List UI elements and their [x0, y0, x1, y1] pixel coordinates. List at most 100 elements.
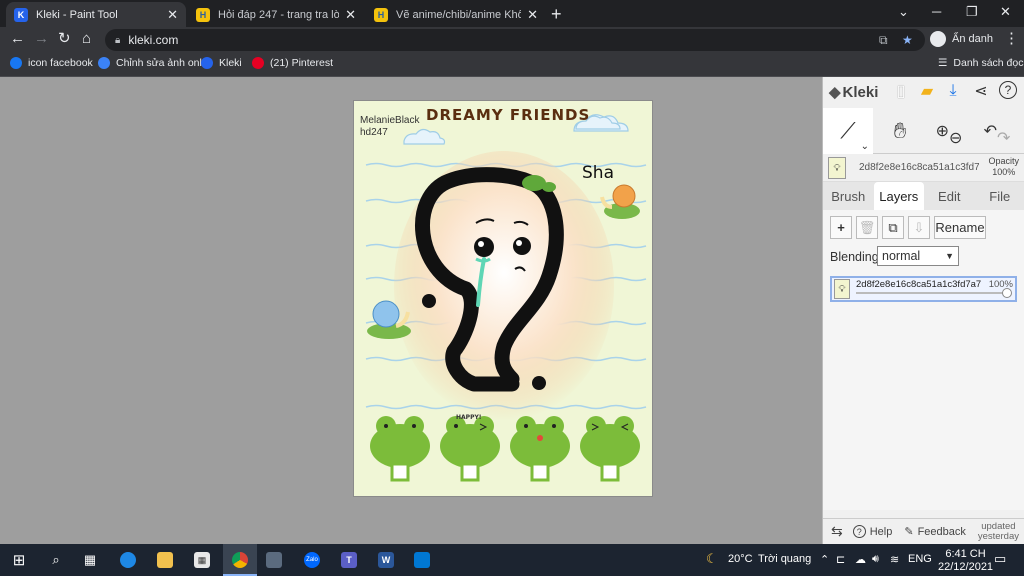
share-icon[interactable]: ⋖ [971, 81, 991, 101]
tab-layers[interactable]: Layers [873, 182, 924, 210]
tray-chevron-icon[interactable]: ⌃ [820, 553, 829, 566]
tab-file[interactable]: File [975, 182, 1024, 210]
close-tab-icon[interactable]: ✕ [167, 7, 178, 23]
tab-hoidap[interactable]: H Hỏi đáp 247 - trang tra lời ✕ [188, 2, 364, 27]
bookmark-kleki[interactable]: Kleki [201, 57, 242, 69]
close-tab-icon[interactable]: ✕ [345, 7, 356, 23]
chrome-taskbar-item[interactable] [223, 544, 257, 576]
network-icon[interactable]: ⊏ [836, 553, 845, 566]
bookmark-label: icon facebook [28, 57, 93, 69]
cloud-icon[interactable]: ☁ [855, 553, 866, 566]
chevron-down-icon: ⌄ [860, 141, 869, 152]
translate-icon[interactable]: ⧉ [879, 33, 888, 48]
brush-thumbnail[interactable]: 💡︎ [828, 157, 846, 179]
tab-anime[interactable]: H Vẽ anime/chibi/anime Không phả ✕ [366, 2, 546, 27]
duplicate-layer-button[interactable]: ⧉ [882, 216, 904, 239]
canvas-workspace[interactable]: MelanieBlack hd247 DREAMY FRIENDS Sha HA… [0, 77, 822, 544]
clock[interactable]: 6:41 CH 22/12/2021 [938, 548, 993, 574]
home-icon[interactable]: ⌂ [82, 31, 91, 47]
bookmark-pinterest[interactable]: (21) Pinterest [252, 57, 333, 69]
reload-icon[interactable]: ↻ [58, 31, 71, 47]
redo-icon[interactable]: ↷ [997, 128, 1010, 148]
new-tab-button[interactable]: + [551, 4, 562, 25]
tab-title: Vẽ anime/chibi/anime Không phả [396, 8, 522, 21]
bookmark-facebook[interactable]: icon facebook [10, 57, 93, 69]
windows-taskbar: ⊞ ⌕ ▦ ▦ Zalo T W ☾ 20°C Trời quang ⌃ ⊏ ☁… [0, 544, 1024, 576]
incognito-profile-button[interactable]: Ẩn danh [930, 31, 993, 47]
new-image-icon[interactable]: ▯ [891, 81, 911, 101]
reading-list-button[interactable]: ☰ Danh sách đọc [938, 57, 1023, 69]
notification-icon[interactable]: ▭ [994, 551, 1006, 567]
search-icon[interactable]: ⌕ [48, 552, 64, 568]
blending-select[interactable]: normal ▼ [877, 246, 959, 266]
word-icon[interactable]: W [378, 552, 394, 568]
close-window-icon[interactable]: ✕ [1000, 4, 1011, 20]
windows-start-icon[interactable]: ⊞ [11, 552, 27, 569]
incognito-icon [930, 31, 946, 47]
edge-icon[interactable] [120, 552, 136, 568]
blending-value: normal [882, 249, 921, 263]
tab-edit[interactable]: Edit [924, 182, 975, 210]
rename-button[interactable]: Rename [934, 216, 986, 239]
tab-brush[interactable]: Brush [823, 182, 874, 210]
layer-item[interactable]: 💡︎ 2d8f2e8e16c8ca51a1c3fd7a7 100% [830, 276, 1017, 302]
swap-side-icon[interactable]: ⇆ [831, 523, 843, 540]
camera-icon[interactable] [266, 552, 282, 568]
back-icon[interactable]: ← [10, 31, 25, 47]
tab-kleki[interactable]: K Kleki - Paint Tool ✕ [6, 2, 186, 27]
bookmark-star-icon[interactable]: ★ [902, 33, 913, 47]
kleki-logo[interactable]: ◆ Kleki [829, 83, 878, 102]
zoom-out-icon[interactable]: ⊖ [949, 128, 962, 148]
store-icon[interactable]: ▦ [194, 552, 210, 568]
restore-icon[interactable]: ❐ [966, 4, 978, 20]
address-bar[interactable]: 🔒︎ kleki.com ⧉ ★ [105, 29, 925, 51]
tab-search-icon[interactable]: ⌄ [898, 4, 909, 20]
help-icon[interactable]: ? [999, 81, 1017, 99]
feedback-icon: ✎ [904, 526, 914, 538]
download-icon[interactable]: ⤓ [943, 81, 963, 101]
clock-time: 6:41 CH [945, 548, 986, 560]
photos-icon[interactable] [414, 552, 430, 568]
opacity-indicator[interactable]: Opacity 100% [988, 156, 1019, 178]
bookmark-edit-photo[interactable]: Chỉnh sửa ảnh onl [98, 57, 202, 69]
author-text: MelanieBlack [360, 115, 420, 126]
volume-icon[interactable]: 🔊︎ [872, 553, 879, 566]
tab-title: Hỏi đáp 247 - trang tra lời [218, 8, 340, 21]
browser-toolbar: ← → ↻ ⌂ 🔒︎ kleki.com ⧉ ★ Ẩn danh ⋮ [0, 27, 1024, 53]
artwork: MelanieBlack hd247 DREAMY FRIENDS Sha HA… [360, 106, 647, 482]
help-button[interactable]: ? Help [852, 525, 892, 538]
zalo-icon[interactable]: Zalo [304, 552, 320, 568]
language-indicator[interactable]: ENG [908, 553, 932, 565]
changelog-link[interactable]: updated yesterday [978, 521, 1019, 542]
url-text: kleki.com [128, 33, 179, 47]
weather-text[interactable]: Trời quang [758, 553, 811, 565]
minimize-icon[interactable]: ─ [932, 4, 941, 19]
feedback-label: Feedback [917, 525, 966, 538]
merge-layer-button[interactable]: ⇩ [908, 216, 930, 239]
delete-layer-button[interactable]: 🗑︎ [856, 216, 878, 239]
save-icon[interactable]: ▰ [917, 81, 937, 101]
slider-handle[interactable] [1002, 288, 1012, 298]
drawing-canvas[interactable]: MelanieBlack hd247 DREAMY FRIENDS Sha HA… [353, 100, 653, 497]
weather-temp[interactable]: 20°C [728, 553, 753, 565]
zoom-buttons[interactable]: ⊕ ⊖ [927, 108, 971, 154]
menu-icon[interactable]: ⋮ [1004, 31, 1019, 47]
brush-tool-button[interactable]: ⟋ ⌄ [823, 108, 873, 154]
forward-icon[interactable]: → [34, 31, 49, 47]
hand-tool-button[interactable]: ✋︎ [875, 108, 925, 154]
close-tab-icon[interactable]: ✕ [527, 7, 538, 23]
file-explorer-icon[interactable] [157, 552, 173, 568]
kleki-icon: K [14, 7, 28, 22]
wifi-icon[interactable]: ≋ [890, 553, 899, 566]
teams-icon[interactable]: T [341, 552, 357, 568]
add-layer-button[interactable]: + [830, 216, 852, 239]
zoom-in-icon[interactable]: ⊕ [936, 121, 949, 141]
browser-tab-strip: K Kleki - Paint Tool ✕ H Hỏi đáp 247 - t… [0, 0, 1024, 27]
chrome-icon [232, 552, 248, 568]
feedback-button[interactable]: ✎ Feedback [904, 525, 966, 539]
trash-icon: 🗑︎ [858, 219, 876, 235]
undo-icon[interactable]: ↶ [984, 121, 997, 141]
task-view-icon[interactable]: ▦ [82, 552, 98, 568]
layer-opacity-slider[interactable] [856, 288, 1012, 298]
undo-redo-buttons[interactable]: ↶ ↷ [975, 108, 1019, 154]
